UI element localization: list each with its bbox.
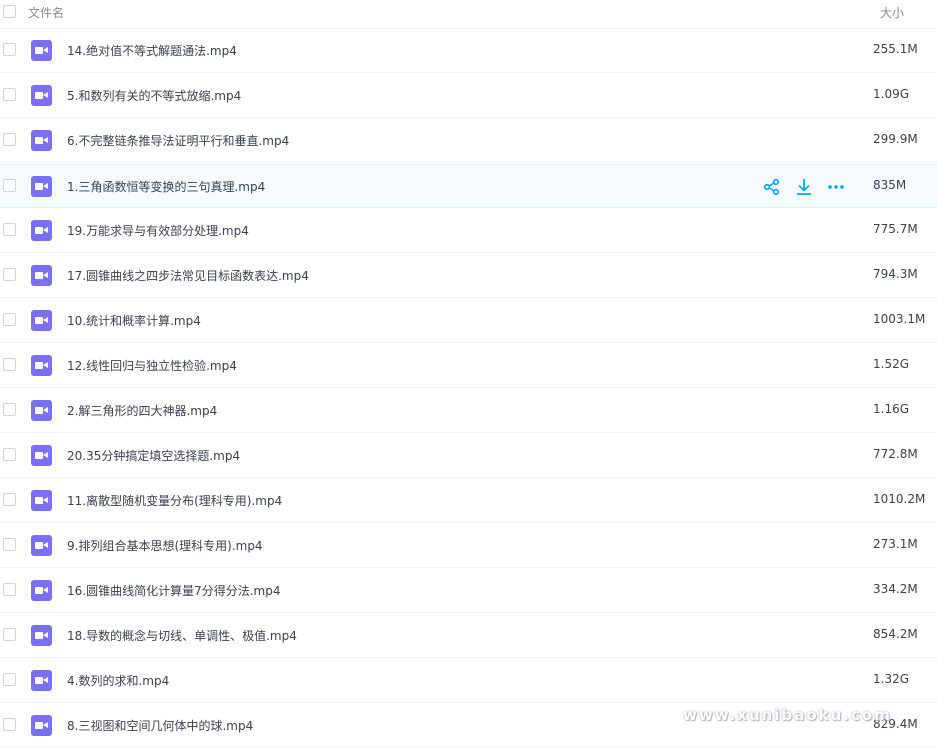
row-checkbox[interactable] (3, 493, 16, 506)
file-name[interactable]: 8.三视图和空间几何体中的球.mp4 (67, 717, 253, 734)
file-name[interactable]: 12.线性回归与独立性检验.mp4 (67, 357, 237, 374)
row-checkbox[interactable] (3, 268, 16, 281)
video-file-icon (31, 265, 52, 286)
file-size: 772.8M (873, 447, 918, 461)
file-name[interactable]: 4.数列的求和.mp4 (67, 672, 169, 689)
file-row[interactable]: 16.圆锥曲线简化计算量7分得分法.mp4 334.2M (0, 569, 937, 613)
video-file-icon (31, 220, 52, 241)
file-size: 1003.1M (873, 312, 926, 326)
watermark: www.xunibaoku.com (683, 706, 892, 724)
row-checkbox[interactable] (3, 538, 16, 551)
file-size: 255.1M (873, 42, 918, 56)
row-checkbox[interactable] (3, 583, 16, 596)
file-row[interactable]: 10.统计和概率计算.mp4 1003.1M (0, 299, 937, 343)
file-name[interactable]: 6.不完整链条推导法证明平行和垂直.mp4 (67, 132, 289, 149)
file-row[interactable]: 17.圆锥曲线之四步法常见目标函数表达.mp4 794.3M (0, 254, 937, 298)
file-row[interactable]: 11.离散型随机变量分布(理科专用).mp4 1010.2M (0, 479, 937, 523)
row-checkbox[interactable] (3, 43, 16, 56)
video-file-icon (31, 580, 52, 601)
row-checkbox[interactable] (3, 448, 16, 461)
file-row[interactable]: 2.解三角形的四大神器.mp4 1.16G (0, 389, 937, 433)
file-size: 1.32G (873, 672, 910, 686)
video-file-icon (31, 670, 52, 691)
file-row[interactable]: 9.排列组合基本思想(理科专用).mp4 273.1M (0, 524, 937, 568)
file-name[interactable]: 20.35分钟搞定填空选择题.mp4 (67, 447, 240, 464)
row-checkbox[interactable] (3, 88, 16, 101)
list-header: 文件名 大小 (0, 0, 937, 29)
video-file-icon (31, 490, 52, 511)
file-size: 1.16G (873, 402, 910, 416)
file-size: 1.09G (873, 87, 910, 101)
video-file-icon (31, 715, 52, 736)
file-name[interactable]: 2.解三角形的四大神器.mp4 (67, 402, 217, 419)
video-file-icon (31, 445, 52, 466)
file-name[interactable]: 17.圆锥曲线之四步法常见目标函数表达.mp4 (67, 267, 309, 284)
video-file-icon (31, 85, 52, 106)
file-name[interactable]: 18.导数的概念与切线、单调性、极值.mp4 (67, 627, 297, 644)
file-row[interactable]: 20.35分钟搞定填空选择题.mp4 772.8M (0, 434, 937, 478)
file-row[interactable]: 5.和数列有关的不等式放缩.mp4 1.09G (0, 74, 937, 118)
file-name[interactable]: 14.绝对值不等式解题通法.mp4 (67, 42, 237, 59)
file-row[interactable]: 12.线性回归与独立性检验.mp4 1.52G (0, 344, 937, 388)
video-file-icon (31, 130, 52, 151)
video-file-icon (31, 535, 52, 556)
file-size: 1010.2M (873, 492, 926, 506)
video-file-icon (31, 40, 52, 61)
row-checkbox[interactable] (3, 673, 16, 686)
video-file-icon (31, 176, 52, 197)
file-size: 854.2M (873, 627, 918, 641)
row-checkbox[interactable] (3, 313, 16, 326)
more-icon[interactable] (826, 177, 846, 197)
video-file-icon (31, 625, 52, 646)
file-name[interactable]: 10.统计和概率计算.mp4 (67, 312, 201, 329)
row-checkbox[interactable] (3, 718, 16, 731)
file-size: 794.3M (873, 267, 918, 281)
column-header-name[interactable]: 文件名 (28, 4, 64, 21)
file-size: 334.2M (873, 582, 918, 596)
file-row[interactable]: 1.三角函数恒等变换的三句真理.mp4 835M (0, 164, 937, 208)
video-file-icon (31, 355, 52, 376)
row-checkbox[interactable] (3, 179, 16, 192)
file-row[interactable]: 4.数列的求和.mp4 1.32G (0, 659, 937, 703)
file-name[interactable]: 16.圆锥曲线简化计算量7分得分法.mp4 (67, 582, 280, 599)
file-size: 775.7M (873, 222, 918, 236)
file-row[interactable]: 19.万能求导与有效部分处理.mp4 775.7M (0, 209, 937, 253)
file-size: 1.52G (873, 357, 910, 371)
file-size: 299.9M (873, 132, 918, 146)
file-size: 273.1M (873, 537, 918, 551)
row-checkbox[interactable] (3, 223, 16, 236)
file-row[interactable]: 18.导数的概念与切线、单调性、极值.mp4 854.2M (0, 614, 937, 658)
file-size: 835M (873, 178, 907, 192)
share-icon[interactable] (762, 177, 782, 197)
row-checkbox[interactable] (3, 628, 16, 641)
row-checkbox[interactable] (3, 403, 16, 416)
download-icon[interactable] (794, 177, 814, 197)
file-name[interactable]: 5.和数列有关的不等式放缩.mp4 (67, 87, 241, 104)
file-name[interactable]: 11.离散型随机变量分布(理科专用).mp4 (67, 492, 282, 509)
file-name[interactable]: 19.万能求导与有效部分处理.mp4 (67, 222, 249, 239)
column-header-size[interactable]: 大小 (880, 4, 904, 21)
file-row[interactable]: 6.不完整链条推导法证明平行和垂直.mp4 299.9M (0, 119, 937, 163)
video-file-icon (31, 310, 52, 331)
select-all-checkbox[interactable] (3, 5, 16, 18)
video-file-icon (31, 400, 52, 421)
file-name[interactable]: 9.排列组合基本思想(理科专用).mp4 (67, 537, 263, 554)
row-checkbox[interactable] (3, 133, 16, 146)
row-checkbox[interactable] (3, 358, 16, 371)
file-row[interactable]: 14.绝对值不等式解题通法.mp4 255.1M (0, 29, 937, 73)
file-name[interactable]: 1.三角函数恒等变换的三句真理.mp4 (67, 178, 265, 195)
